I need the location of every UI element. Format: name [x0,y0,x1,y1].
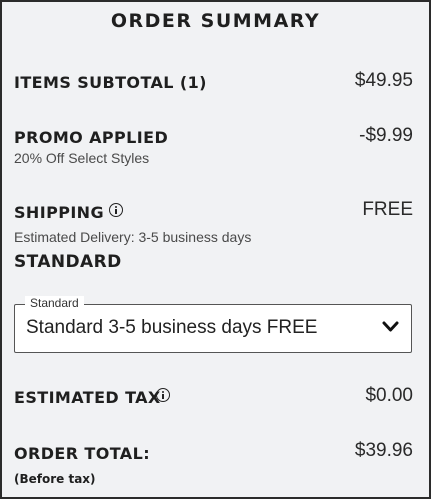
items-subtotal-label: ITEMS SUBTOTAL (1) [14,73,207,92]
promo-amount: -$9.99 [359,125,413,146]
shipping-info-icon[interactable] [109,203,123,217]
order-summary-panel: ORDER SUMMARY ITEMS SUBTOTAL (1) $49.95 … [0,0,431,499]
promo-applied-label: PROMO APPLIED [14,128,169,147]
tax-info-icon[interactable] [156,388,170,402]
items-subtotal-amount: $49.95 [354,70,413,91]
shipping-amount: FREE [362,199,413,220]
promo-detail: 20% Off Select Styles [14,150,150,166]
shipping-label: SHIPPING [14,203,104,222]
estimated-tax-label: ESTIMATED TAX [14,388,161,407]
order-total-amount: $39.96 [354,440,413,461]
order-total-label: ORDER TOTAL: [14,444,150,463]
estimated-delivery-text: Estimated Delivery: 3-5 business days [14,229,252,245]
order-total-note: (Before tax) [14,472,96,486]
shipping-method-select[interactable]: Standard Standard 3-5 business days FREE [14,296,412,353]
estimated-tax-amount: $0.00 [365,385,413,406]
chevron-down-icon[interactable] [382,321,399,333]
shipping-select-value: Standard 3-5 business days FREE [26,317,318,338]
order-summary-title: ORDER SUMMARY [110,10,321,32]
shipping-select-legend: Standard [25,296,84,310]
shipping-method-heading: STANDARD [14,252,122,272]
